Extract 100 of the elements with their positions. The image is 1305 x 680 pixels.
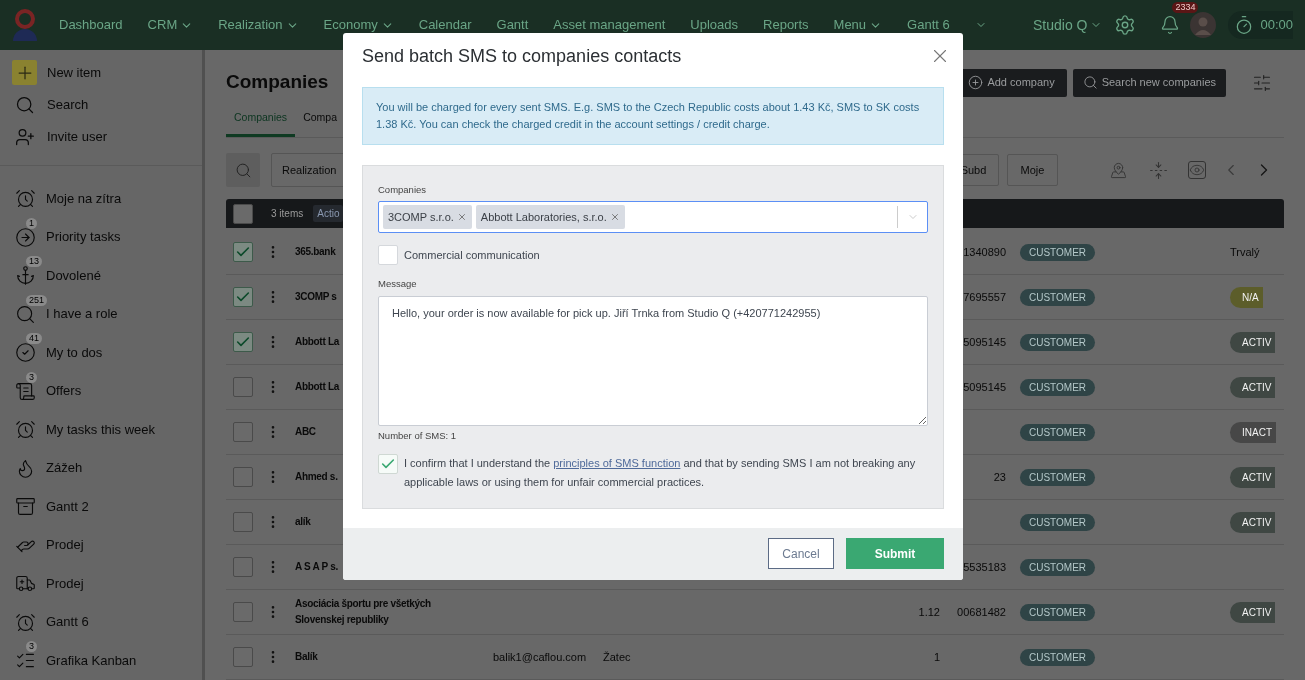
customer-tag: CUSTOMER [1020,378,1096,396]
nav-link[interactable]: Uploads [690,15,739,35]
checkbox-label: Commercial communication [404,248,540,263]
scroll-icon [14,380,36,402]
confirm-text: I confirm that I understand the principles of SMS function and that by sending SMS I am not breaking any applicable laws or using them for unfair commercial practices. [404,455,917,490]
settings-icon[interactable] [1114,14,1137,36]
alarm-clock-icon [14,611,36,633]
anchor-icon [14,265,36,287]
submit-button[interactable]: Submit [846,538,944,570]
sidebar-action[interactable]: New item [0,57,202,89]
checkbox[interactable] [233,467,253,487]
company-id: 23 [993,469,1006,485]
search-button[interactable] [226,153,260,187]
checkbox[interactable] [233,203,253,224]
remove-icon[interactable] [456,212,467,223]
tab[interactable]: Compa [295,110,345,137]
count-badge: 251 [26,294,48,306]
customer-tag: CUSTOMER [1020,423,1096,441]
sidebar-item[interactable]: 3 Grafika Kanban [0,641,202,680]
checkbox[interactable] [233,332,253,352]
map-icon[interactable] [1110,161,1127,179]
nav-link[interactable]: Gantt [496,15,529,35]
sidebar-action[interactable]: Invite user [0,120,202,153]
count-badge: 1 [26,217,37,229]
company-id: 5095145 [963,334,1006,350]
sidebar-item[interactable]: Gantt 2 [0,487,202,526]
status-tag: ACTIV [1230,466,1276,488]
sidebar-item[interactable]: My tasks this week [0,410,202,449]
count-badge: 41 [26,333,42,345]
nav-link[interactable]: Dashboard [59,15,123,35]
arrow-circle-icon [14,226,36,248]
checkbox[interactable] [233,647,253,667]
nav-link[interactable]: Economy [323,15,394,35]
company-name[interactable]: Asociácia športu pre všetkých Slovenskej republiky [295,596,453,628]
checkbox[interactable] [233,557,253,577]
field-label: Companies [378,183,428,197]
count-text: 1.12 [918,604,940,620]
sidebar-item[interactable]: Zážeh [0,449,202,488]
checkbox[interactable] [233,242,253,262]
nav-link[interactable]: CRM [147,15,194,35]
bell-icon[interactable] [1160,15,1181,35]
notification-badge: 2334 [1172,2,1199,13]
checkbox[interactable] [233,512,253,532]
customer-tag: CUSTOMER [1020,558,1096,576]
checkbox[interactable] [233,422,253,442]
search-companies-button[interactable]: Search new companies [1072,68,1226,97]
status-tag: N/A [1230,286,1263,308]
nav-link[interactable]: Calendar [418,15,472,35]
companies-select[interactable]: 3COMP s.r.o. Abbott Laboratories, s.r.o. [378,201,928,234]
remove-icon[interactable] [609,212,620,223]
cancel-button[interactable]: Cancel [768,538,834,570]
search-icon [14,94,35,115]
customer-tag: CUSTOMER [1020,288,1096,306]
sms-principles-link[interactable]: principles of SMS function [553,456,681,469]
sidebar-item[interactable]: Moje na zítra [0,179,202,218]
count-text: 1 [933,649,940,665]
company-chip: Abbott Laboratories, s.r.o. [475,205,625,230]
avatar[interactable] [1190,12,1217,38]
eye-icon[interactable] [1188,161,1206,179]
workspace-switcher[interactable]: Studio Q [1032,14,1103,36]
company-chip: 3COMP s.r.o. [383,205,472,230]
sidebar-action[interactable]: Search [0,88,202,121]
actions-button[interactable]: Actio [313,205,344,222]
nav-link[interactable]: Gantt 6 [907,15,950,35]
sidebar-item[interactable]: Prodej [0,564,202,603]
nav-link[interactable]: Realization [218,15,299,35]
status-tag: ACTIV [1230,331,1276,353]
sidebar-item[interactable]: 3 Offers [0,372,202,411]
archive-icon [14,496,36,518]
checkbox[interactable] [233,377,253,397]
selection-count: 3 items [271,207,304,221]
count-badge: 3 [26,641,37,653]
logo-icon[interactable] [11,8,39,42]
sidebar-item[interactable]: 1 Priority tasks [0,218,202,257]
customer-tag: CUSTOMER [1020,243,1096,261]
search-icon [1082,75,1098,90]
checkbox[interactable] [233,602,253,622]
check-circle-icon [14,342,36,364]
filter-button[interactable]: Moje [1007,154,1058,186]
alarm-clock-icon [14,419,36,441]
company-id: 00681482 [957,604,1006,620]
nav-link[interactable]: Reports [763,15,809,35]
sidebar-item[interactable]: 13 Dovolené [0,256,202,295]
customer-tag: CUSTOMER [1020,513,1096,531]
checkbox[interactable] [233,287,253,307]
split-icon[interactable] [1149,160,1168,180]
sidebar-item[interactable]: 41 My to dos [0,333,202,372]
message-field[interactable]: Hello, your order is now available for pick up. Jiří Trnka from Studio Q (+420771242955) [378,295,928,426]
search-icon [234,161,252,179]
nav-link[interactable]: Asset management [553,15,666,35]
user-plus-icon [14,126,35,147]
customer-tag: CUSTOMER [1020,648,1096,666]
nav-link[interactable]: Menu [833,15,883,35]
city-text: Žatec [603,650,631,663]
settings-sliders-icon[interactable] [1252,72,1272,93]
sidebar-item[interactable]: 251 I have a role [0,295,202,334]
sidebar-item[interactable]: Prodej [0,526,202,565]
sidebar-item[interactable]: Gantt 6 [0,603,202,642]
company-name[interactable]: Balík [295,649,453,665]
sms-count: Number of SMS: 1 [378,428,458,443]
